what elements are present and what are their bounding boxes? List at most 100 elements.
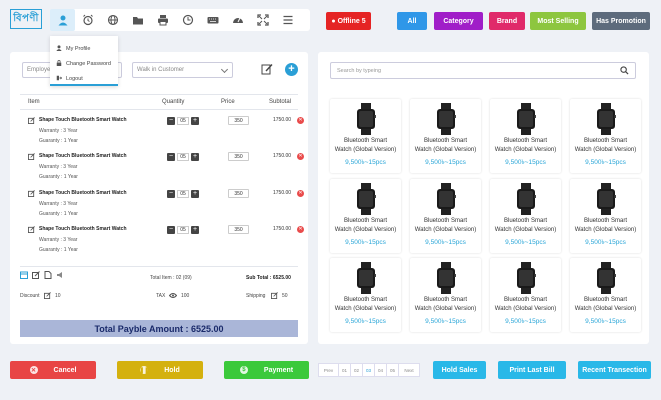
pager-page[interactable]: 05 — [387, 364, 399, 376]
increment-button[interactable]: + — [191, 117, 199, 125]
edit-icon[interactable] — [44, 292, 51, 299]
total-payable-bar: Total Payble Amount : 6525.00 — [20, 320, 298, 337]
price-input[interactable]: 350 — [228, 225, 249, 234]
hold-button[interactable]: ❚❚ Hold — [117, 361, 203, 379]
table-row: Shape Touch Bluetooth Smart Watch Warran… — [10, 152, 308, 187]
pager-page-active[interactable]: 03 — [363, 364, 375, 376]
product-card[interactable]: Bluetooth Smart Watch (Global Version) 9,… — [490, 179, 561, 253]
product-card[interactable]: Bluetooth Smart Watch (Global Version) 9,… — [410, 258, 481, 332]
product-card[interactable]: Bluetooth Smart Watch (Global Version) 9,… — [330, 258, 401, 332]
product-card[interactable]: Bluetooth Smart Watch (Global Version) 9,… — [330, 179, 401, 253]
print-last-bill-button[interactable]: Print Last Bill — [498, 361, 566, 379]
product-card[interactable]: Bluetooth Smart Watch (Global Version) 9,… — [570, 258, 641, 332]
col-item: Item — [28, 99, 40, 105]
cart-table-header: Item Quantity Price Subtotal — [10, 97, 308, 109]
smartwatch-image — [517, 262, 536, 294]
alarm-clock-icon[interactable] — [75, 9, 100, 31]
offline-badge[interactable]: ● Offline 5 — [326, 12, 371, 30]
globe-icon[interactable] — [100, 9, 125, 31]
hold-sales-button[interactable]: Hold Sales — [433, 361, 486, 379]
item-name: Shape Touch Bluetooth Smart Watch — [39, 117, 127, 123]
remove-item-icon[interactable]: ✕ — [297, 190, 304, 197]
product-price: 9,500৳~15pcs — [505, 159, 546, 166]
product-title: Bluetooth Smart Watch (Global Version) — [574, 218, 637, 233]
pager-next[interactable]: Next — [399, 364, 419, 376]
change-password-label: Change Password — [66, 60, 111, 67]
remove-item-icon[interactable]: ✕ — [297, 153, 304, 160]
calendar-icon[interactable] — [20, 271, 28, 279]
app-logo[interactable]: বিপণী — [10, 9, 42, 29]
fullscreen-icon[interactable] — [250, 9, 275, 31]
product-card[interactable]: Bluetooth Smart Watch (Global Version) 9,… — [490, 258, 561, 332]
pager-page[interactable]: 04 — [375, 364, 387, 376]
menu-item-logout[interactable]: Logout — [50, 72, 118, 85]
payment-button[interactable]: $ Payment — [224, 361, 309, 379]
pager-page[interactable]: 01 — [339, 364, 351, 376]
edit-icon[interactable] — [271, 292, 278, 299]
search-icon[interactable] — [620, 66, 629, 75]
product-card[interactable]: Bluetooth Smart Watch (Global Version) 9,… — [570, 179, 641, 253]
menu-icon[interactable] — [275, 9, 300, 31]
my-profile-label: My Profile — [66, 45, 91, 52]
increment-button[interactable]: + — [191, 226, 199, 234]
increment-button[interactable]: + — [191, 153, 199, 161]
clock-icon[interactable] — [175, 9, 200, 31]
smartwatch-image — [437, 183, 456, 215]
dashboard-gauge-icon[interactable] — [225, 9, 250, 31]
remove-item-icon[interactable]: ✕ — [297, 226, 304, 233]
folder-icon[interactable] — [125, 9, 150, 31]
megaphone-icon[interactable] — [56, 271, 64, 279]
add-customer-icon[interactable]: + — [285, 63, 298, 76]
eye-icon[interactable] — [169, 292, 177, 299]
edit-icon[interactable] — [28, 117, 35, 124]
filter-category-button[interactable]: Category — [434, 12, 483, 30]
product-card[interactable]: Bluetooth Smart Watch (Global Version) 9,… — [570, 99, 641, 173]
filter-all-button[interactable]: All — [397, 12, 427, 30]
product-search-input[interactable]: Search by typeing — [330, 62, 636, 79]
user-icon[interactable] — [50, 9, 75, 31]
pager-page[interactable]: 02 — [351, 364, 363, 376]
cancel-button[interactable]: ✕ Cancel — [10, 361, 96, 379]
product-card[interactable]: Bluetooth Smart Watch (Global Version) 9,… — [410, 179, 481, 253]
filter-most-selling-button[interactable]: Most Selling — [530, 12, 586, 30]
keyboard-icon[interactable] — [200, 9, 225, 31]
product-card[interactable]: Bluetooth Smart Watch (Global Version) 9,… — [490, 99, 561, 173]
product-title: Bluetooth Smart Watch (Global Version) — [414, 218, 477, 233]
product-title: Bluetooth Smart Watch (Global Version) — [494, 218, 557, 233]
remove-item-icon[interactable]: ✕ — [297, 117, 304, 124]
edit-icon[interactable] — [261, 63, 273, 75]
quantity-input[interactable]: 05 — [177, 190, 189, 198]
printer-icon[interactable] — [150, 9, 175, 31]
quantity-input[interactable]: 05 — [177, 153, 189, 161]
filter-brand-button[interactable]: Brand — [489, 12, 525, 30]
menu-item-my-profile[interactable]: My Profile — [50, 42, 118, 55]
edit-icon[interactable] — [28, 190, 35, 197]
recent-transection-button[interactable]: Recent Transection — [578, 361, 651, 379]
increment-button[interactable]: + — [191, 190, 199, 198]
price-input[interactable]: 350 — [228, 152, 249, 161]
price-input[interactable]: 350 — [228, 189, 249, 198]
decrement-button[interactable]: − — [167, 153, 175, 161]
product-price: 9,500৳~15pcs — [345, 318, 386, 325]
filter-has-promotion-button[interactable]: Has Promotion — [592, 12, 650, 30]
product-price: 9,500৳~15pcs — [505, 318, 546, 325]
customer-select[interactable]: Walk in Customer — [132, 62, 233, 78]
edit-icon[interactable] — [28, 226, 35, 233]
edit-icon[interactable] — [32, 271, 40, 279]
product-card[interactable]: Bluetooth Smart Watch (Global Version) 9,… — [410, 99, 481, 173]
price-input[interactable]: 350 — [228, 116, 249, 125]
col-quantity: Quantity — [162, 99, 185, 105]
quantity-input[interactable]: 05 — [177, 117, 189, 125]
edit-icon[interactable] — [28, 153, 35, 160]
quantity-input[interactable]: 05 — [177, 226, 189, 234]
menu-item-change-password[interactable]: Change Password — [50, 57, 118, 70]
product-card[interactable]: Bluetooth Smart Watch (Global Version) 9,… — [330, 99, 401, 173]
decrement-button[interactable]: − — [167, 117, 175, 125]
document-icon[interactable] — [44, 271, 52, 279]
pager-prev[interactable]: Prev — [319, 364, 339, 376]
decrement-button[interactable]: − — [167, 226, 175, 234]
smartwatch-image — [597, 103, 616, 135]
smartwatch-image — [357, 103, 376, 135]
chevron-down-icon — [220, 65, 229, 74]
decrement-button[interactable]: − — [167, 190, 175, 198]
